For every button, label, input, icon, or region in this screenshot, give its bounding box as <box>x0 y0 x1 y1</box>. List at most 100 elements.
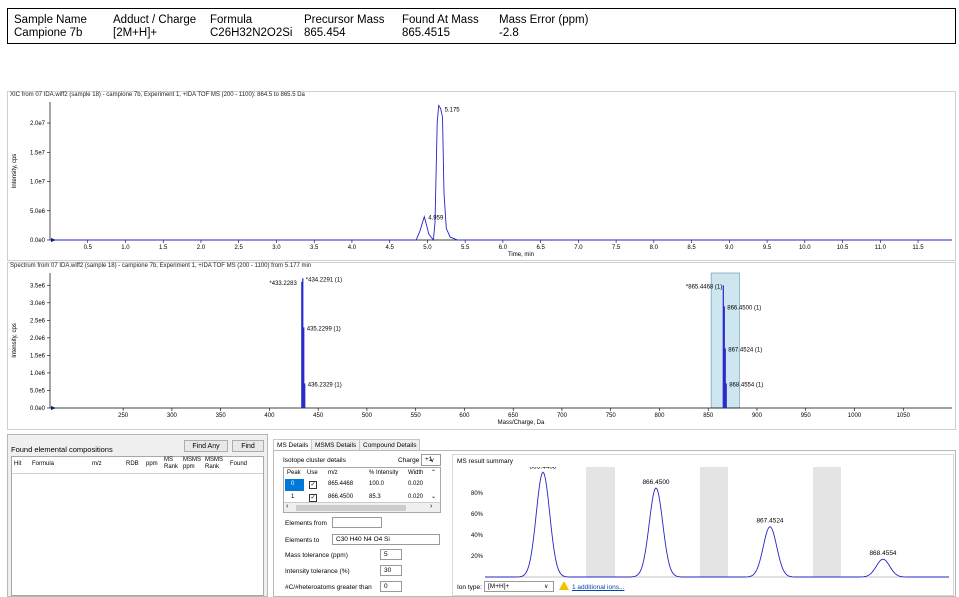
elements-to-input[interactable]: C30 H40 N4 O4 Si <box>332 534 440 545</box>
y-tick-label: 2.0e6 <box>30 336 46 342</box>
col-precursor-mass: Precursor Mass 865.454 <box>304 14 385 40</box>
header-cell: Precursor Mass <box>304 14 385 26</box>
header-cell: Found At Mass <box>402 14 479 26</box>
x-tick-label: 4.0 <box>348 245 357 251</box>
compositions-panel: Found elemental compositions Find Any Fi… <box>7 434 268 597</box>
x-tick-label: 850 <box>703 413 714 419</box>
heteroatoms-input[interactable]: 0 <box>380 581 402 592</box>
y-axis-label: Intensity, cps <box>12 154 18 189</box>
compositions-grid[interactable]: Hit Formula m/z RDB ppm MS Rank MSMS ppm… <box>11 456 264 596</box>
col-use: Use <box>307 470 318 476</box>
scroll-left-icon[interactable]: ‹ <box>286 503 288 510</box>
use-checkbox-1[interactable]: ✓ <box>309 494 317 502</box>
y-tick-label: 80% <box>471 491 484 497</box>
intensity-tolerance-label: Intensity tolerance (%) <box>285 568 350 575</box>
y-tick-label: 3.5e6 <box>30 283 46 289</box>
col-found[interactable]: Found <box>230 461 247 467</box>
x-tick-label: 1050 <box>897 413 911 419</box>
iso-intensity-0: 100.0 <box>369 481 385 487</box>
y-tick-label: 0.0e0 <box>30 406 46 412</box>
additional-ions-link[interactable]: 1 additional ions... <box>572 584 624 591</box>
x-tick-label: 3.5 <box>310 245 319 251</box>
isotope-peak-label: 866.4500 <box>642 479 669 486</box>
x-tick-label: 7.5 <box>612 245 621 251</box>
x-tick-label: 11.0 <box>875 245 887 251</box>
xic-chart[interactable]: 0.0e0 5.0e6 1.0e7 1.5e7 2.0e7 0.5 1.0 1.5 2.0 2.5… <box>8 92 955 260</box>
y-tick-label: 2.5e6 <box>30 318 46 324</box>
x-tick-label: 500 <box>362 413 373 419</box>
peak-label: 4.959 <box>428 216 444 222</box>
value-cell: 865.4515 <box>402 27 450 39</box>
summary-table: Sample Name Campione 7b Adduct / Charge … <box>7 8 956 44</box>
ms-summary-title: MS result summary <box>457 458 513 465</box>
isotope-grid[interactable]: Peak Use m/z % Intensity Width ⌃ 0 ✓ 865… <box>283 467 441 513</box>
spectrum-chart[interactable]: 0.0e0 5.0e5 1.0e6 1.5e6 2.0e6 2.5e6 3.0e6 3.5e6… <box>8 263 955 429</box>
isotope-peak-label: 865.4468 <box>529 467 556 470</box>
x-tick-label: 2.0 <box>197 245 206 251</box>
ms-result-summary: MS result summary 20% 40% 60% 80% 865.4468 86… <box>452 454 954 596</box>
axis-marker-icon <box>51 238 56 242</box>
peak-label: 868.4554 (1) <box>729 382 763 388</box>
x-tick-label: 800 <box>654 413 665 419</box>
col-width: Width <box>408 470 424 476</box>
x-tick-label: 1000 <box>848 413 862 419</box>
x-tick-label: 450 <box>313 413 324 419</box>
value-cell: [2M+H]+ <box>113 27 158 39</box>
scroll-thumb[interactable] <box>296 505 406 511</box>
y-tick-label: 1.5e6 <box>30 353 46 359</box>
elements-from-input[interactable] <box>332 517 382 528</box>
axis-marker-icon <box>51 406 56 410</box>
isotope-gap-band <box>586 467 615 577</box>
find-any-button[interactable]: Find Any <box>184 440 228 452</box>
x-tick-label: 250 <box>118 413 129 419</box>
x-tick-label: 6.0 <box>499 245 508 251</box>
peak-label: 5.175 <box>445 107 461 113</box>
col-rdb[interactable]: RDB <box>126 461 139 467</box>
y-tick-label: 3.0e6 <box>30 301 46 307</box>
ms-details-panel: Isotope cluster details Charge +1 ∨ Peak… <box>273 450 956 597</box>
find-button[interactable]: Find <box>232 440 264 452</box>
y-axis-label: Intensity, cps <box>12 323 18 358</box>
scroll-right-icon[interactable]: › <box>430 503 432 510</box>
col-formula[interactable]: Formula <box>32 461 54 467</box>
peak-label: *434.2291 (1) <box>306 277 342 283</box>
charge-label: Charge <box>398 457 420 464</box>
use-checkbox-0[interactable]: ✓ <box>309 481 317 489</box>
peak-label: *433.2283 <box>269 281 297 287</box>
peak-label: 866.4500 (1) <box>727 305 761 311</box>
x-tick-label: 900 <box>752 413 763 419</box>
x-tick-label: 600 <box>459 413 470 419</box>
x-tick-label: 10.0 <box>799 245 811 251</box>
col-hit[interactable]: Hit <box>14 461 21 467</box>
x-tick-label: 3.0 <box>272 245 281 251</box>
isotope-gap-band <box>700 467 728 577</box>
col-ppm[interactable]: ppm <box>146 461 158 467</box>
spectrum-panel: Spectrum from 07 IDA.wiff2 (sample 18) -… <box>7 262 956 430</box>
col-msms-rank[interactable]: MSMS Rank <box>205 457 223 471</box>
col-msms-ppm[interactable]: MSMS ppm <box>183 457 201 471</box>
y-tick-label: 1.0e6 <box>30 371 46 377</box>
scroll-down-icon[interactable]: ⌄ <box>431 493 436 500</box>
x-tick-label: 950 <box>801 413 812 419</box>
col-mz[interactable]: m/z <box>92 461 102 467</box>
col-ms-rank[interactable]: MS Rank <box>164 457 178 471</box>
header-cell: Formula <box>210 14 253 26</box>
x-tick-label: 6.5 <box>536 245 545 251</box>
horizontal-scrollbar[interactable]: ‹ › <box>284 502 440 512</box>
x-tick-label: 700 <box>557 413 568 419</box>
header-cell: Mass Error (ppm) <box>499 14 589 26</box>
col-intensity: % Intensity <box>369 470 399 476</box>
elements-to-label: Elements to <box>285 537 320 544</box>
value-cell: Campione 7b <box>14 27 83 39</box>
iso-width-1: 0.020 <box>408 494 424 500</box>
col-formula: Formula C26H32N2O2Si <box>210 14 292 40</box>
scroll-up-icon[interactable]: ⌃ <box>431 469 436 476</box>
intensity-tolerance-input[interactable]: 30 <box>380 565 402 576</box>
mass-tolerance-input[interactable]: 5 <box>380 549 402 560</box>
x-tick-label: 0.5 <box>84 245 93 251</box>
warning-icon <box>559 581 569 590</box>
peak-label: *865.4468 (1) <box>686 284 722 290</box>
header-cell: Sample Name <box>14 14 87 26</box>
x-tick-label: 300 <box>167 413 178 419</box>
x-tick-label: 10.5 <box>837 245 849 251</box>
